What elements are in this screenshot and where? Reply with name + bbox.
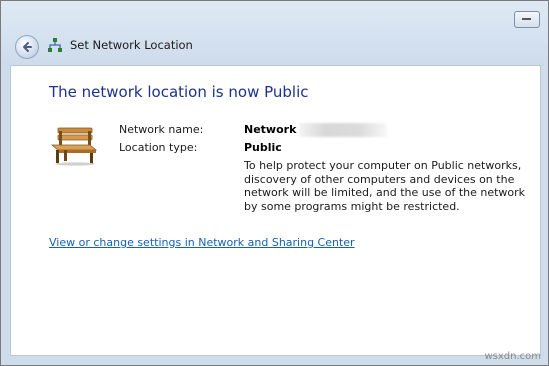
location-type-value: Public: [244, 141, 282, 154]
watermark: wsxdn.com: [484, 351, 541, 362]
content-panel: The network location is now Public Netwo…: [10, 65, 541, 356]
network-name-value: Network: [244, 123, 297, 136]
location-type-label: Location type:: [119, 141, 198, 154]
minimize-button[interactable]: [514, 11, 540, 28]
dialog-window: Set Network Location The network locatio…: [0, 0, 549, 366]
network-icon: [48, 38, 62, 52]
minimize-icon: [522, 18, 531, 20]
network-sharing-center-link[interactable]: View or change settings in Network and S…: [49, 236, 355, 249]
back-button[interactable]: [15, 35, 39, 59]
park-bench-icon: [50, 127, 98, 166]
back-arrow-icon: [23, 42, 32, 52]
description-text: To help protect your computer on Public …: [244, 159, 526, 213]
network-name-label: Network name:: [119, 123, 204, 136]
title-bar: Set Network Location: [1, 1, 548, 65]
window-title: Set Network Location: [70, 38, 193, 52]
redacted-network-name: [299, 123, 387, 137]
page-heading: The network location is now Public: [49, 83, 309, 101]
